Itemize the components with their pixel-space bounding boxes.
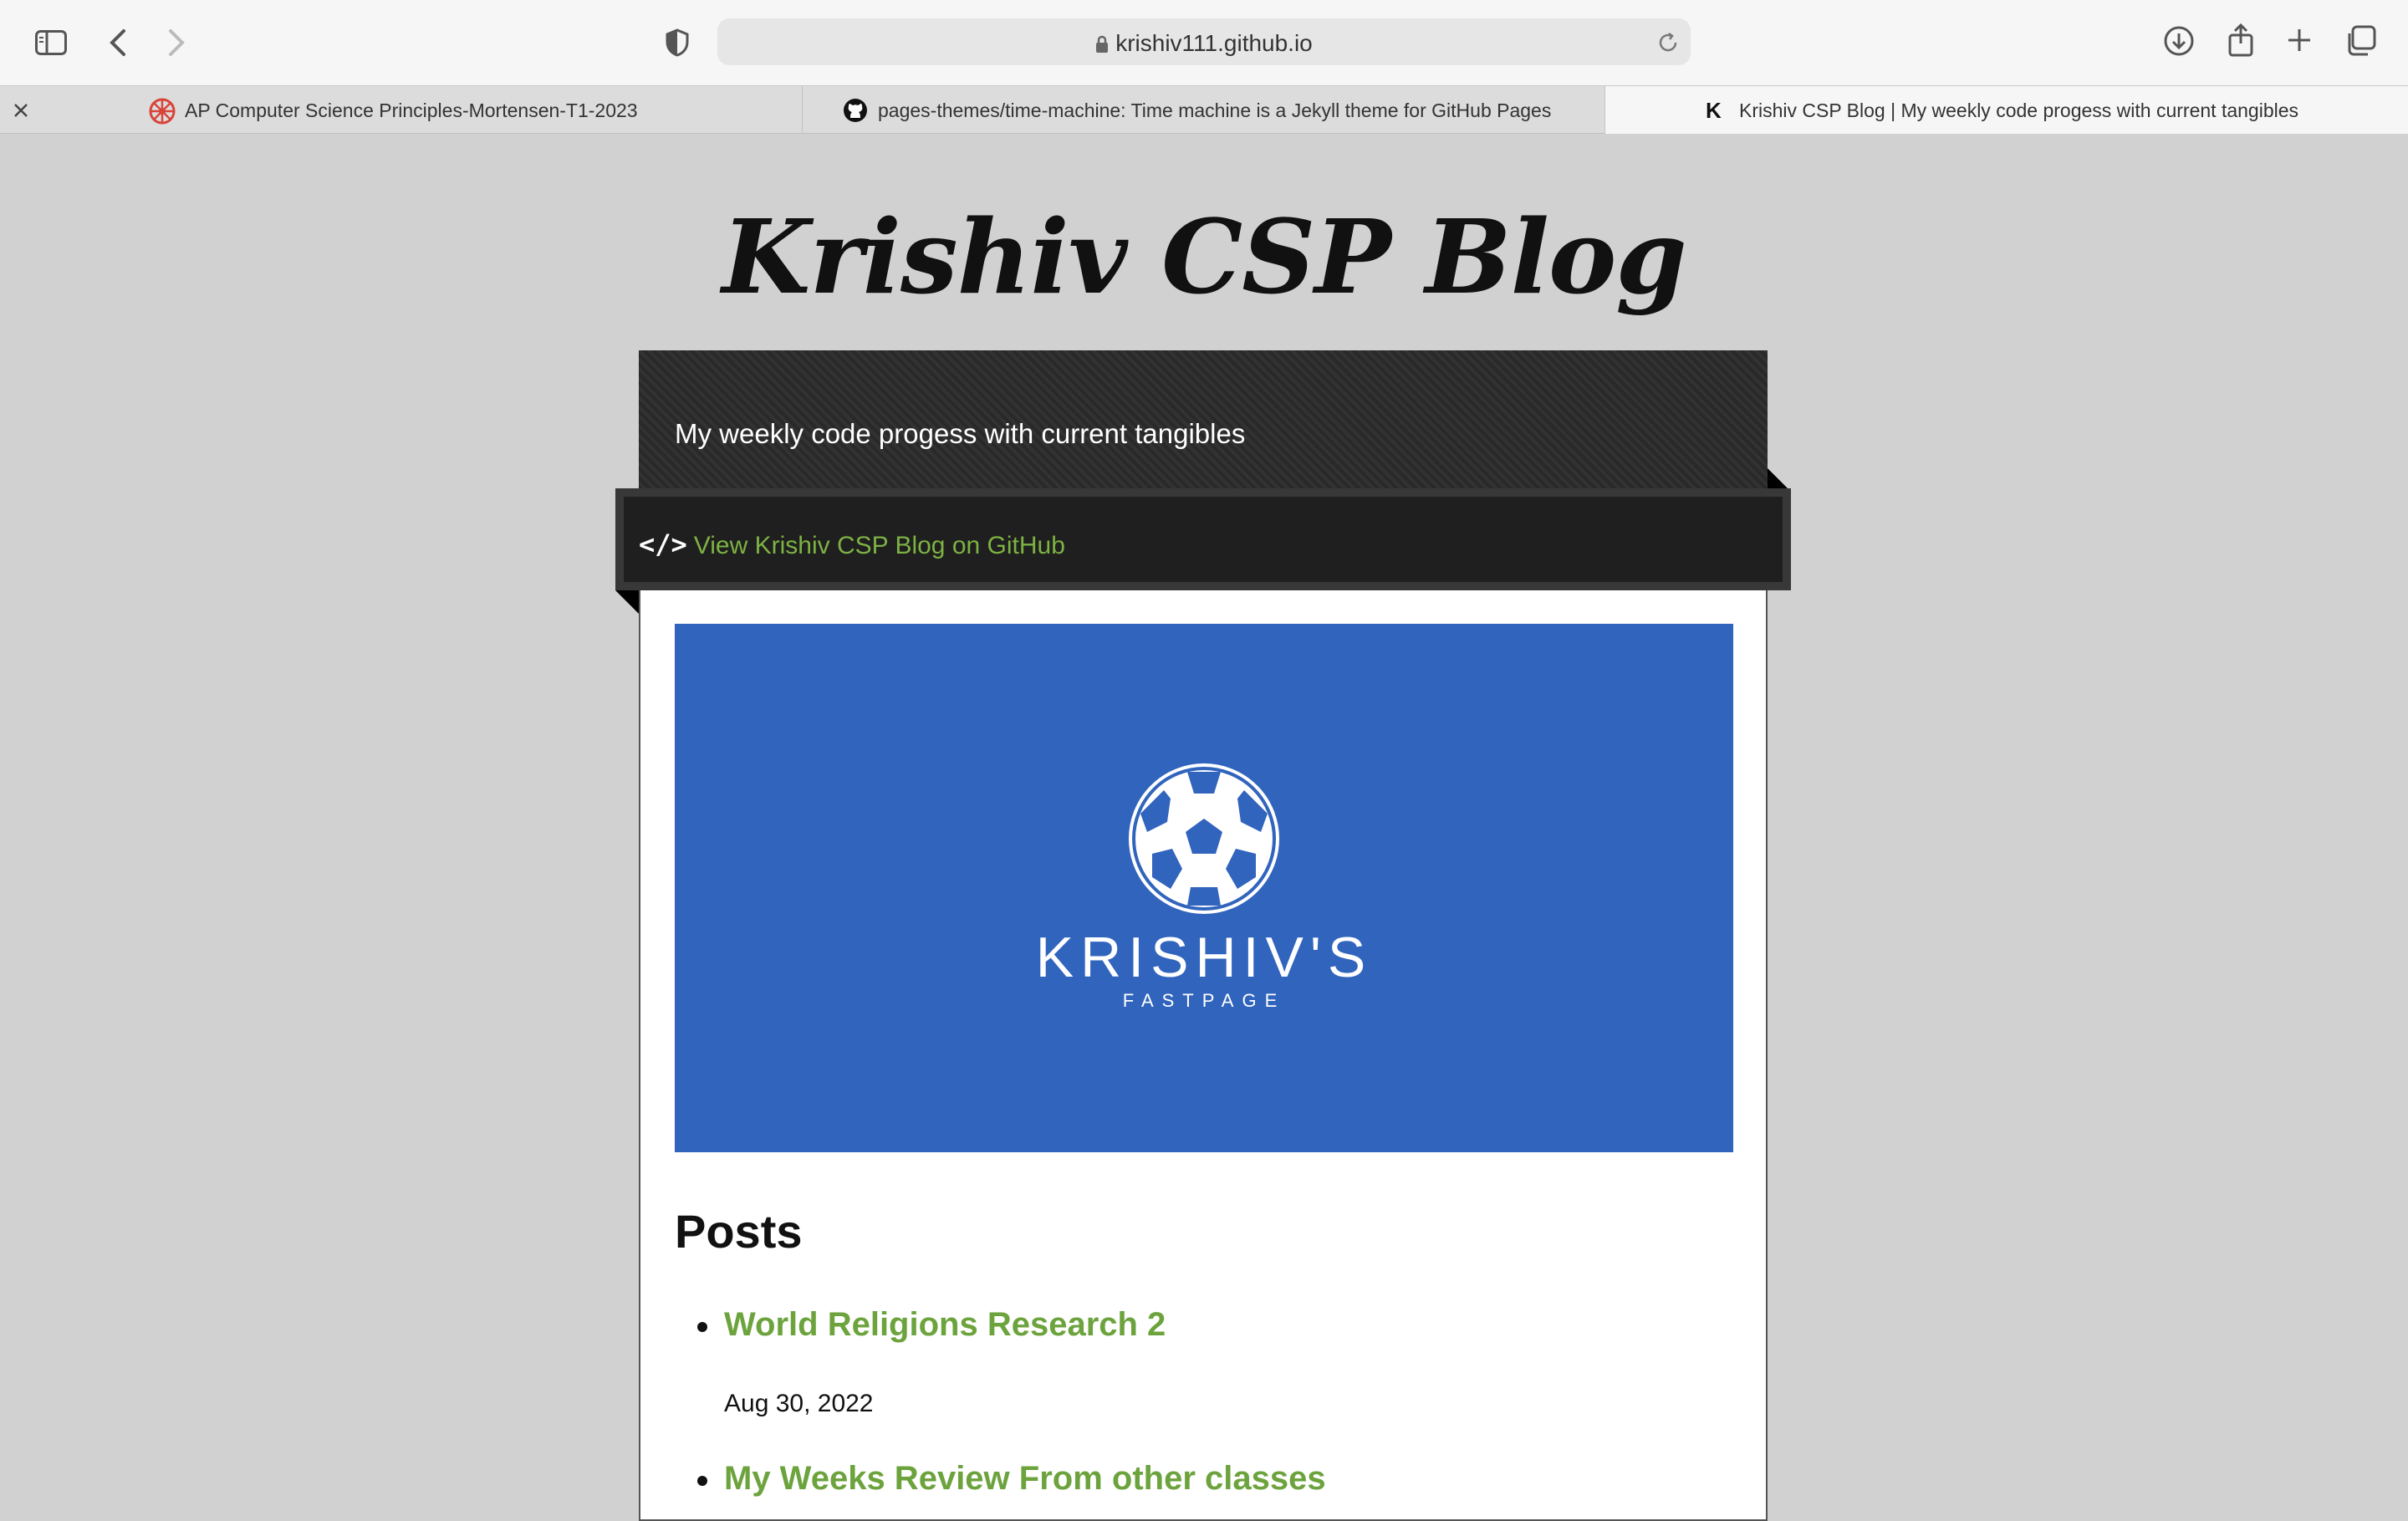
post-link[interactable]: My Weeks Review From other classes: [724, 1460, 1326, 1498]
banner-subtitle: FASTPAGE: [1122, 990, 1286, 1011]
browser-toolbar: krishiv111.github.io: [0, 0, 2408, 85]
list-bullet: [697, 1322, 707, 1332]
back-icon[interactable]: [109, 28, 127, 57]
tab-title: Krishiv CSP Blog | My weekly code proges…: [1739, 100, 2299, 121]
github-link-label: View Krishiv CSP Blog on GitHub: [693, 532, 1065, 559]
course-favicon-icon: [149, 98, 176, 125]
tab-time-machine[interactable]: pages-themes/time-machine: Time machine …: [803, 86, 1605, 134]
code-icon: </>: [639, 528, 687, 560]
tab-bar: AP Computer Science Principles-Mortensen…: [0, 85, 2408, 134]
share-icon[interactable]: [2227, 23, 2254, 57]
site-tagline: My weekly code progess with current tang…: [675, 418, 1246, 449]
forward-icon[interactable]: [167, 28, 186, 57]
site-title: Krishiv CSP Blog: [722, 197, 1686, 317]
posts-heading: Posts: [675, 1205, 803, 1258]
lock-icon: [1096, 35, 1109, 53]
banner-brand: KRISHIV'S: [1035, 926, 1373, 989]
tab-krishiv-blog[interactable]: K Krishiv CSP Blog | My weekly code prog…: [1605, 86, 2408, 134]
post-link[interactable]: World Religions Research 2: [724, 1306, 1166, 1344]
tab-overview-icon[interactable]: [2344, 25, 2376, 57]
view-on-github-link[interactable]: </> View Krishiv CSP Blog on GitHub: [639, 528, 1065, 560]
ribbon-fold-left: [615, 590, 639, 614]
privacy-shield-icon[interactable]: [666, 28, 689, 57]
fastpage-banner: KRISHIV'S FASTPAGE: [675, 624, 1733, 1152]
new-tab-icon[interactable]: [2286, 27, 2313, 54]
tab-title: pages-themes/time-machine: Time machine …: [878, 100, 1552, 121]
address-text: krishiv111.github.io: [717, 30, 1691, 57]
soccer-ball-icon: [1129, 763, 1279, 914]
tab-title: AP Computer Science Principles-Mortensen…: [185, 100, 638, 121]
url-text: krishiv111.github.io: [1115, 30, 1313, 56]
reload-icon[interactable]: [1657, 32, 1679, 54]
list-bullet: [697, 1476, 707, 1486]
github-icon: [844, 99, 867, 122]
address-bar[interactable]: krishiv111.github.io: [717, 18, 1691, 65]
k-favicon-icon: K: [1706, 98, 1722, 123]
close-icon[interactable]: [13, 103, 28, 118]
tab-ap-csp[interactable]: AP Computer Science Principles-Mortensen…: [0, 86, 803, 134]
downloads-icon[interactable]: [2164, 26, 2194, 56]
sidebar-toggle-icon[interactable]: [35, 30, 67, 55]
post-date: Aug 30, 2022: [724, 1390, 874, 1417]
